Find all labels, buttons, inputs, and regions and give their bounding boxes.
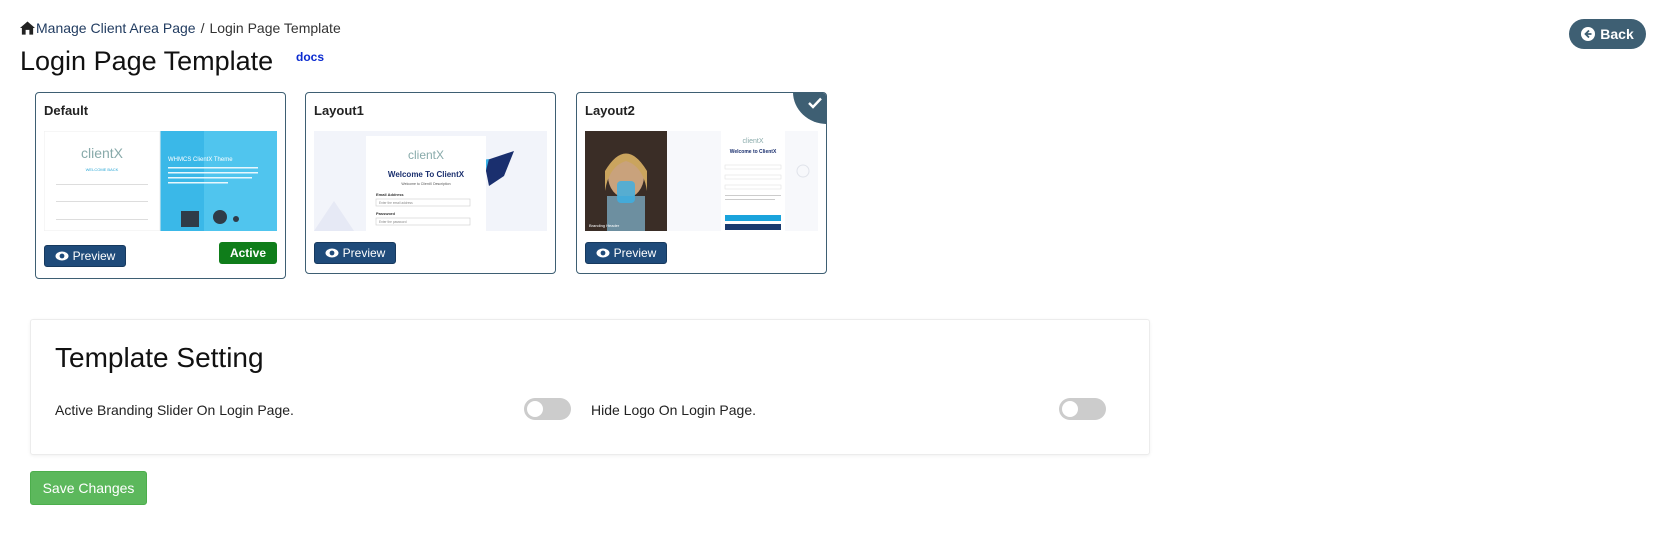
- svg-text:Branding Header: Branding Header: [589, 223, 620, 228]
- svg-text:Enter the email address: Enter the email address: [379, 201, 413, 205]
- hide-logo-toggle[interactable]: [1059, 398, 1106, 420]
- toggle-knob: [1062, 401, 1078, 417]
- template-thumbnail-default: clientX WELCOME BACK WHMCS ClientX Theme: [44, 131, 277, 231]
- eye-icon: [596, 248, 610, 258]
- template-card-default[interactable]: Default clientX WELCOME BACK WHMCS Clien…: [35, 92, 286, 279]
- svg-text:WELCOME BACK: WELCOME BACK: [86, 167, 119, 172]
- breadcrumb-current: Login Page Template: [209, 20, 341, 36]
- template-card-title: Layout2: [585, 103, 635, 118]
- active-badge: Active: [218, 242, 277, 264]
- breadcrumb: Manage Client Area Page / Login Page Tem…: [20, 20, 341, 36]
- docs-link[interactable]: docs: [296, 50, 324, 64]
- template-thumbnail-layout2: Branding Header clientX Welcome to Clien…: [585, 131, 818, 231]
- template-settings-panel: Template Setting Active Branding Slider …: [30, 319, 1150, 455]
- svg-text:Welcome To ClientX: Welcome To ClientX: [388, 170, 465, 179]
- home-icon[interactable]: [20, 21, 35, 35]
- settings-title: Template Setting: [55, 342, 264, 373]
- svg-text:Welcome to ClientX Description: Welcome to ClientX Description: [401, 182, 450, 186]
- back-button-label: Back: [1600, 26, 1634, 42]
- template-card-title: Layout1: [314, 103, 364, 118]
- svg-text:Password: Password: [376, 211, 395, 216]
- page-title: Login Page Template: [20, 46, 274, 76]
- preview-button-label: Preview: [72, 249, 116, 263]
- preview-button-layout2[interactable]: Preview: [585, 242, 667, 264]
- preview-button-layout1[interactable]: Preview: [314, 242, 396, 264]
- svg-text:clientX: clientX: [408, 148, 444, 162]
- svg-text:Email Address: Email Address: [376, 192, 404, 197]
- arrow-left-icon: [1581, 27, 1596, 41]
- back-button[interactable]: Back: [1569, 19, 1646, 49]
- preview-button-label: Preview: [613, 246, 657, 260]
- template-thumbnail-layout1: clientX Welcome To ClientX Welcome to Cl…: [314, 131, 547, 231]
- breadcrumb-link-manage-client-area[interactable]: Manage Client Area Page: [36, 20, 196, 36]
- save-changes-button[interactable]: Save Changes: [30, 471, 147, 505]
- breadcrumb-separator: /: [200, 20, 205, 36]
- svg-text:clientX: clientX: [742, 138, 763, 145]
- svg-text:WHMCS ClientX Theme: WHMCS ClientX Theme: [168, 157, 233, 163]
- eye-icon: [55, 251, 69, 261]
- preview-button-default[interactable]: Preview: [44, 245, 126, 267]
- eye-icon: [325, 248, 339, 258]
- svg-text:Enter the password: Enter the password: [379, 220, 407, 224]
- preview-button-label: Preview: [342, 246, 386, 260]
- selected-check-icon: [793, 93, 826, 124]
- toggle-knob: [527, 401, 543, 417]
- template-card-title: Default: [44, 103, 89, 118]
- branding-slider-toggle[interactable]: [524, 398, 571, 420]
- svg-text:clientX: clientX: [81, 145, 124, 161]
- branding-slider-label: Active Branding Slider On Login Page.: [55, 402, 294, 418]
- svg-text:Welcome to ClientX: Welcome to ClientX: [730, 149, 777, 155]
- hide-logo-label: Hide Logo On Login Page.: [591, 402, 757, 418]
- template-card-layout1[interactable]: Layout1 clientX Welcome To ClientX Welco…: [305, 92, 556, 274]
- template-card-layout2[interactable]: Layout2 Branding Header clientX Welcome …: [576, 92, 827, 274]
